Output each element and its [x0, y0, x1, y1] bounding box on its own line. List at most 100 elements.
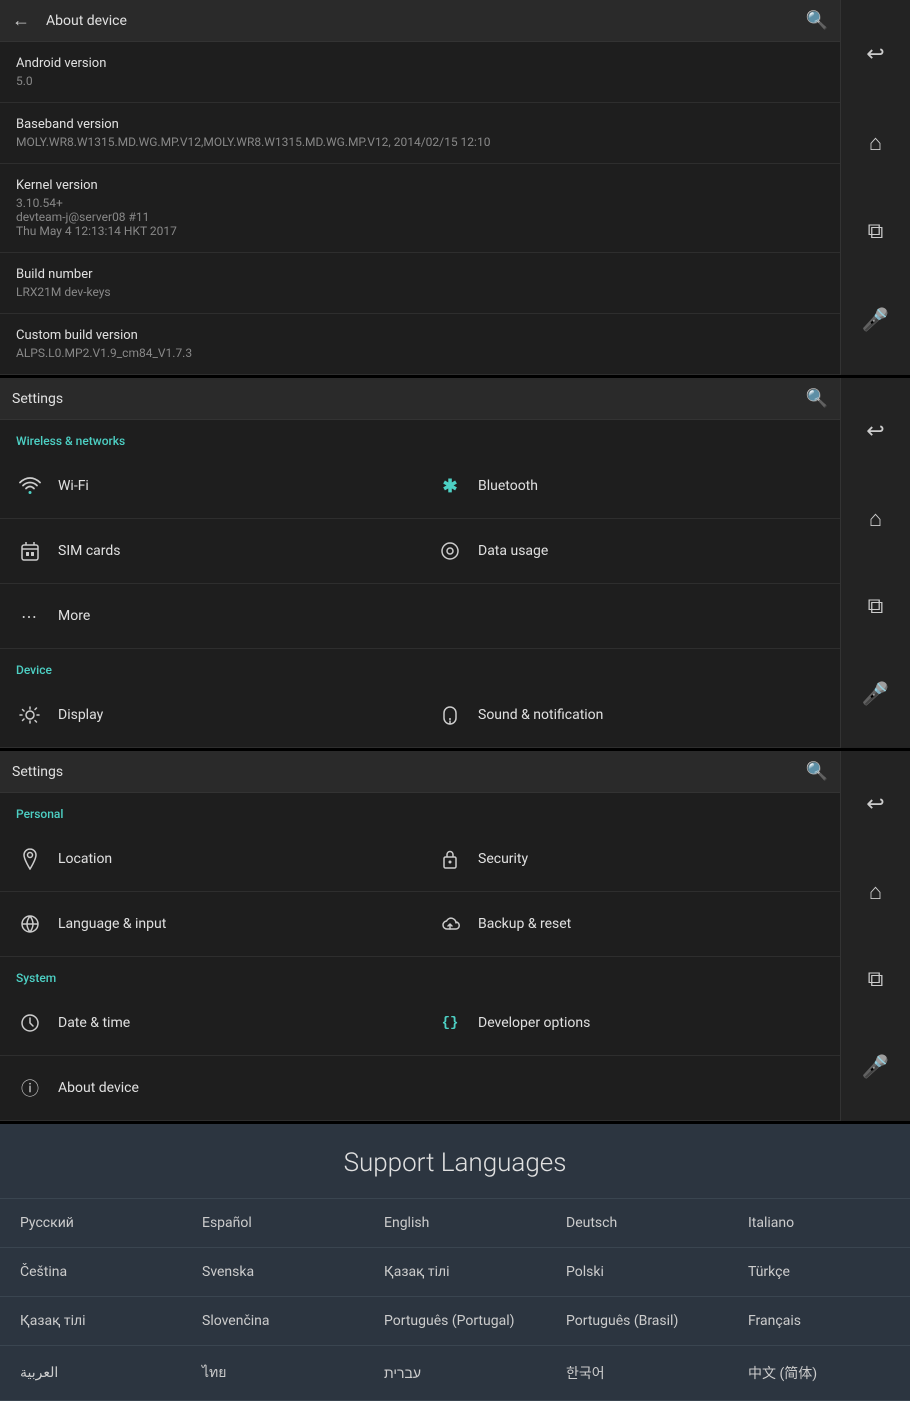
developer-icon: {}	[436, 1009, 464, 1037]
language-row: Қазақ тіліSlovenčinaPortuguês (Portugal)…	[0, 1297, 910, 1346]
home-icon[interactable]: ⌂	[854, 870, 898, 914]
baseband-version-value: MOLY.WR8.W1315.MD.WG.MP.V12,MOLY.WR8.W13…	[16, 135, 824, 149]
language-cell: Čeština	[0, 1248, 182, 1297]
more-item[interactable]: ⋯ More	[0, 584, 840, 649]
mic-icon[interactable]: 🎤	[854, 299, 898, 343]
language-cell: English	[364, 1199, 546, 1248]
search2-icon[interactable]: 🔍	[806, 761, 828, 782]
support-languages-panel: Support Languages РусскийEspañolEnglishD…	[0, 1124, 910, 1401]
sound-label: Sound & notification	[478, 707, 603, 723]
language-icon	[16, 910, 44, 938]
kernel-version-value: 3.10.54+ devteam-j@server08 #11 Thu May …	[16, 196, 824, 238]
language-cell: 中文 (简体)	[728, 1346, 910, 1401]
recents-icon[interactable]: ⧉	[854, 958, 898, 1002]
language-cell: Slovenčina	[182, 1297, 364, 1346]
search-icon[interactable]: 🔍	[806, 388, 828, 409]
language-item[interactable]: Language & input	[0, 892, 420, 957]
system-grid: Date & time {} Developer options ⓘ About…	[0, 991, 840, 1121]
about-device-topbar: ← About device 🔍	[0, 0, 840, 42]
language-cell: ไทย	[182, 1346, 364, 1401]
about-device-title: About device	[46, 13, 806, 29]
language-row: العربيةไทยעברית한국어中文 (简体)	[0, 1346, 910, 1401]
language-cell: Қазақ тілі	[364, 1248, 546, 1297]
about-label: About device	[58, 1080, 139, 1096]
recents-icon[interactable]: ⧉	[854, 210, 898, 254]
datetime-label: Date & time	[58, 1015, 130, 1031]
language-cell: Türkçe	[728, 1248, 910, 1297]
language-cell: 한국어	[546, 1346, 728, 1401]
language-cell: Svenska	[182, 1248, 364, 1297]
panel3-sidebar: ↩ ⌂ ⧉ 🎤	[840, 751, 910, 1121]
location-icon	[16, 845, 44, 873]
bluetooth-item[interactable]: ✱ Bluetooth	[420, 454, 840, 519]
settings-personal-content: Settings 🔍 Personal Location	[0, 751, 840, 1121]
android-version-value: 5.0	[16, 74, 824, 88]
simcards-icon	[16, 537, 44, 565]
language-cell: Português (Brasil)	[546, 1297, 728, 1346]
language-cell: Қазақ тілі	[0, 1297, 182, 1346]
datetime-item[interactable]: Date & time	[0, 991, 420, 1056]
settings-topbar: Settings 🔍	[0, 378, 840, 420]
wireless-grid: Wi-Fi ✱ Bluetooth SIM cards	[0, 454, 840, 649]
bluetooth-label: Bluetooth	[478, 478, 538, 494]
language-row: ČeštinaSvenskaҚазақ тіліPolskiTürkçe	[0, 1248, 910, 1297]
settings-title: Settings	[12, 391, 806, 407]
language-cell: Русский	[0, 1199, 182, 1248]
kernel-version-row: Kernel version 3.10.54+ devteam-j@server…	[0, 164, 840, 253]
search-button[interactable]: 🔍	[806, 10, 828, 31]
about-item[interactable]: ⓘ About device	[0, 1056, 840, 1121]
baseband-version-row: Baseband version MOLY.WR8.W1315.MD.WG.MP…	[0, 103, 840, 164]
about-device-panel: ← About device 🔍 Android version 5.0 Bas…	[0, 0, 910, 378]
display-item[interactable]: Display	[0, 683, 420, 748]
home-icon[interactable]: ⌂	[854, 497, 898, 541]
location-label: Location	[58, 851, 112, 867]
recents-icon[interactable]: ⧉	[854, 585, 898, 629]
mic-icon[interactable]: 🎤	[854, 672, 898, 716]
developer-label: Developer options	[478, 1015, 590, 1031]
settings-wireless-panel: Settings 🔍 Wireless & networks Wi-Fi ✱ B	[0, 378, 910, 751]
language-row: РусскийEspañolEnglishDeutschItaliano	[0, 1199, 910, 1248]
datausage-item[interactable]: Data usage	[420, 519, 840, 584]
build-number-label: Build number	[16, 267, 824, 282]
languages-table: РусскийEspañolEnglishDeutschItalianoČešt…	[0, 1199, 910, 1401]
support-languages-title: Support Languages	[0, 1124, 910, 1199]
about-device-content: ← About device 🔍 Android version 5.0 Bas…	[0, 0, 840, 375]
sound-item[interactable]: Sound & notification	[420, 683, 840, 748]
back-icon[interactable]: ↩	[854, 783, 898, 827]
security-label: Security	[478, 851, 528, 867]
baseband-version-label: Baseband version	[16, 117, 824, 132]
wireless-section-header: Wireless & networks	[0, 420, 840, 454]
language-cell: العربية	[0, 1346, 182, 1401]
personal-section-header: Personal	[0, 793, 840, 827]
datetime-icon	[16, 1009, 44, 1037]
wifi-label: Wi-Fi	[58, 478, 89, 494]
language-cell: Français	[728, 1297, 910, 1346]
home-icon[interactable]: ⌂	[854, 121, 898, 165]
back-icon[interactable]: ↩	[854, 32, 898, 76]
mic-icon[interactable]: 🎤	[854, 1045, 898, 1089]
custom-build-label: Custom build version	[16, 328, 824, 343]
sound-icon	[436, 701, 464, 729]
security-item[interactable]: Security	[420, 827, 840, 892]
language-cell: Polski	[546, 1248, 728, 1297]
display-icon	[16, 701, 44, 729]
about-icon: ⓘ	[16, 1074, 44, 1102]
developer-item[interactable]: {} Developer options	[420, 991, 840, 1056]
simcards-item[interactable]: SIM cards	[0, 519, 420, 584]
back-button[interactable]: ←	[12, 10, 30, 31]
language-label: Language & input	[58, 916, 166, 932]
display-label: Display	[58, 707, 103, 723]
settings-wireless-content: Settings 🔍 Wireless & networks Wi-Fi ✱ B	[0, 378, 840, 748]
panel2-sidebar: ↩ ⌂ ⧉ 🎤	[840, 378, 910, 748]
device-section-header: Device	[0, 649, 840, 683]
language-cell: Deutsch	[546, 1199, 728, 1248]
back-icon[interactable]: ↩	[854, 410, 898, 454]
language-cell: Italiano	[728, 1199, 910, 1248]
location-item[interactable]: Location	[0, 827, 420, 892]
settings-personal-panel: Settings 🔍 Personal Location	[0, 751, 910, 1124]
backup-item[interactable]: Backup & reset	[420, 892, 840, 957]
custom-build-row: Custom build version ALPS.L0.MP2.V1.9_cm…	[0, 314, 840, 375]
wifi-icon	[16, 472, 44, 500]
build-number-value: LRX21M dev-keys	[16, 285, 824, 299]
wifi-item[interactable]: Wi-Fi	[0, 454, 420, 519]
